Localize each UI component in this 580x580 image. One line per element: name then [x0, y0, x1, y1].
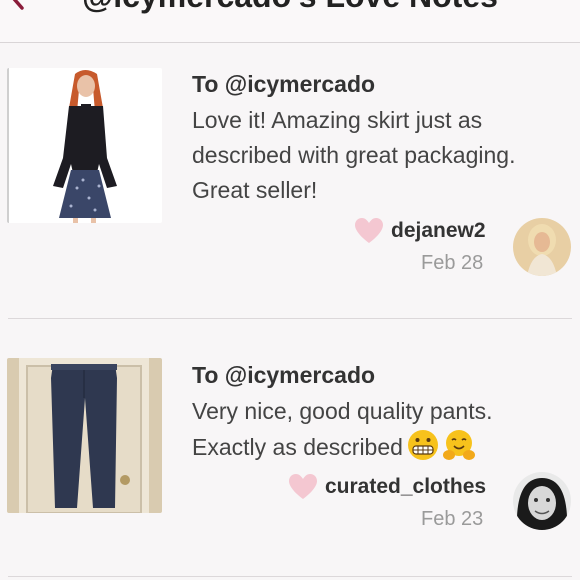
note-message: Very nice, good quality pants. Exactly a…: [192, 394, 567, 465]
note-message: Love it! Amazing skirt just as described…: [192, 107, 516, 203]
buyer-username[interactable]: curated_clothes: [325, 475, 486, 499]
heart-icon[interactable]: [355, 218, 383, 244]
note-date: Feb 23: [421, 508, 484, 530]
recipient-label: To @icymercado: [192, 71, 376, 97]
header-bar: @icymercado's Love Notes: [0, 0, 580, 43]
page-title: @icymercado's Love Notes: [0, 0, 580, 15]
note-date: Feb 28: [421, 252, 484, 274]
love-note: To @icymercado Love it! Amazing skirt ju…: [0, 43, 580, 319]
heart-icon[interactable]: [289, 474, 317, 500]
grimacing-face-emoji: [407, 430, 438, 460]
recipient-label: To @icymercado: [192, 362, 376, 388]
hugging-face-emoji: [442, 430, 475, 460]
love-note: To @icymercado Very nice, good quality p…: [0, 319, 580, 577]
divider: [8, 576, 572, 577]
product-thumbnail[interactable]: [7, 358, 162, 513]
avatar[interactable]: [513, 472, 571, 530]
avatar[interactable]: [513, 218, 571, 276]
buyer-username[interactable]: dejanew2: [391, 219, 486, 243]
product-thumbnail[interactable]: [7, 68, 162, 223]
